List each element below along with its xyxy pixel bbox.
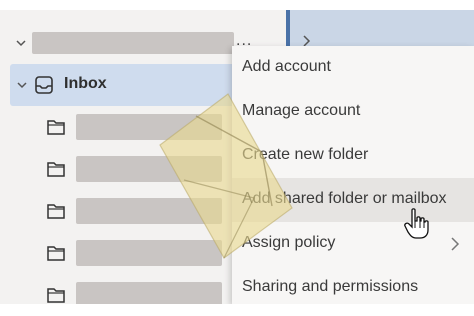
account-name-redacted bbox=[32, 32, 234, 54]
folder-icon bbox=[47, 288, 65, 303]
envelope-icon bbox=[159, 93, 293, 259]
outlook-window: ... Inbox Add account Manage account Cre… bbox=[0, 0, 474, 316]
menu-item-add-account[interactable]: Add account bbox=[232, 46, 474, 90]
bottom-border bbox=[0, 304, 474, 316]
folder-icon bbox=[47, 120, 65, 135]
menu-item-label: Add account bbox=[242, 58, 331, 75]
folder-icon bbox=[47, 246, 65, 261]
top-border bbox=[0, 0, 474, 10]
folder-icon bbox=[47, 204, 65, 219]
inbox-icon bbox=[35, 76, 53, 94]
menu-item-label: Sharing and permissions bbox=[242, 278, 419, 295]
chevron-right-icon bbox=[451, 237, 460, 251]
inbox-label: Inbox bbox=[64, 75, 107, 92]
folder-icon bbox=[47, 162, 65, 177]
chevron-down-icon[interactable] bbox=[16, 78, 28, 92]
chevron-down-icon[interactable] bbox=[14, 36, 28, 50]
hand-pointer-icon bbox=[404, 208, 429, 239]
